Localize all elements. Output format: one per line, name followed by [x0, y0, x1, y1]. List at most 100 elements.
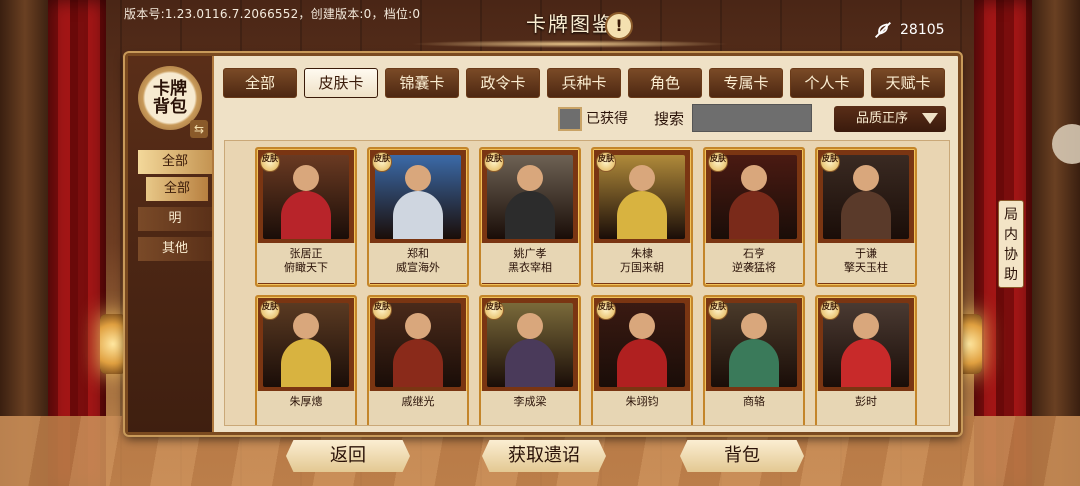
skin-badge-icon: 皮肤	[372, 300, 392, 320]
portrait-body	[841, 339, 891, 387]
portrait-head	[853, 165, 879, 191]
tab-talent[interactable]: 天赋卡	[871, 68, 945, 98]
tab-strategy[interactable]: 锦囊卡	[385, 68, 459, 98]
search-input[interactable]	[692, 104, 812, 132]
skin-card[interactable]: 皮肤朱棣 万国来朝	[591, 147, 693, 287]
owned-checkbox[interactable]	[558, 107, 582, 131]
skin-card[interactable]: 皮肤戚继光	[367, 295, 469, 425]
portrait-head	[517, 313, 543, 339]
card-name: 于谦	[855, 247, 877, 260]
sort-dropdown[interactable]: 品质正序	[834, 106, 946, 132]
category-sidebar: 卡牌背包 ⇆ 全部 全部 明 其他	[128, 56, 214, 432]
card-caption: 戚继光	[369, 391, 467, 425]
skin-card[interactable]: 皮肤石亨 逆袭猛将	[703, 147, 805, 287]
tab-personal[interactable]: 个人卡	[790, 68, 864, 98]
portrait-head	[741, 313, 767, 339]
skin-badge-icon: 皮肤	[708, 300, 728, 320]
currency-display: 28105	[872, 18, 945, 42]
tab-role[interactable]: 角色	[628, 68, 702, 98]
sidebar-item-all[interactable]: 全部	[138, 150, 212, 174]
card-caption: 郑和 威宣海外	[369, 243, 467, 283]
bag-button[interactable]: 背包	[680, 440, 804, 472]
swap-icon[interactable]: ⇆	[190, 120, 208, 138]
skin-badge-icon: 皮肤	[820, 152, 840, 172]
lantern-left	[100, 314, 126, 374]
portrait-body	[617, 339, 667, 387]
sidebar-item-ming[interactable]: 明	[138, 207, 212, 231]
card-name: 朱棣	[631, 247, 653, 260]
tab-exclusive[interactable]: 专属卡	[709, 68, 783, 98]
card-name: 朱翊钧	[625, 395, 659, 408]
skin-card[interactable]: 皮肤 张居正 俯瞰天下	[255, 147, 357, 287]
skin-card[interactable]: 皮肤 李成梁	[479, 295, 581, 425]
skin-card[interactable]: 皮肤朱翊钧	[591, 295, 693, 425]
card-caption: 朱厚熜	[257, 391, 355, 425]
skin-badge-icon: 皮肤	[596, 152, 616, 172]
skin-badge-icon: 皮肤	[596, 300, 616, 320]
skin-card[interactable]: 皮肤彭时	[815, 295, 917, 425]
skin-card[interactable]: 皮肤于谦 擎天玉柱	[815, 147, 917, 287]
skin-badge-icon: 皮肤	[484, 152, 504, 172]
skin-badge-icon: 皮肤	[260, 152, 280, 172]
portrait-body	[841, 191, 891, 239]
skin-card[interactable]: 皮肤 商辂	[703, 295, 805, 425]
exclamation-icon[interactable]: !	[605, 12, 633, 40]
title-ornament	[410, 40, 730, 48]
card-name: 彭时	[855, 395, 877, 408]
title-bar: 卡牌图鉴	[410, 6, 730, 48]
tab-skin[interactable]: 皮肤卡	[304, 68, 378, 98]
portrait-head	[629, 313, 655, 339]
card-caption: 商辂	[705, 391, 803, 425]
portrait-head	[853, 313, 879, 339]
skin-badge-icon: 皮肤	[708, 152, 728, 172]
card-title: 擎天玉柱	[844, 261, 888, 274]
card-caption: 张居正 俯瞰天下	[257, 243, 355, 283]
tab-troop[interactable]: 兵种卡	[547, 68, 621, 98]
skin-badge-icon: 皮肤	[372, 152, 392, 172]
game-screen: 版本号:1.23.0116.7.2066552，创建版本:0，档位:0 卡牌图鉴…	[0, 0, 1080, 486]
card-name: 石亨	[743, 247, 765, 260]
portrait-body	[281, 191, 331, 239]
get-edict-button[interactable]: 获取遗诏	[482, 440, 606, 472]
skin-card[interactable]: 皮肤郑和 威宣海外	[367, 147, 469, 287]
currency-value: 28105	[900, 22, 945, 38]
skin-card[interactable]: 皮肤 姚广孝 黑衣宰相	[479, 147, 581, 287]
card-title: 万国来朝	[620, 261, 664, 274]
card-name: 朱厚熜	[289, 395, 323, 408]
portrait-head	[629, 165, 655, 191]
sidebar-item-other[interactable]: 其他	[138, 237, 212, 261]
page-title: 卡牌图鉴	[526, 12, 614, 36]
card-caption: 于谦 擎天玉柱	[817, 243, 915, 283]
skin-badge-icon: 皮肤	[484, 300, 504, 320]
portrait-body	[729, 339, 779, 387]
tab-all[interactable]: 全部	[223, 68, 297, 98]
card-title: 逆袭猛将	[732, 261, 776, 274]
tab-decree[interactable]: 政令卡	[466, 68, 540, 98]
curtain-left	[48, 0, 106, 486]
feather-icon	[875, 22, 891, 38]
skin-card[interactable]: 皮肤朱厚熜	[255, 295, 357, 425]
card-title: 威宣海外	[396, 261, 440, 274]
card-caption: 朱翊钧	[593, 391, 691, 425]
portrait-head	[741, 165, 767, 191]
portrait-head	[405, 313, 431, 339]
card-name: 戚继光	[401, 395, 435, 408]
skin-badge-icon: 皮肤	[820, 300, 840, 320]
card-name: 郑和	[407, 247, 429, 260]
card-caption: 朱棣 万国来朝	[593, 243, 691, 283]
portrait-head	[517, 165, 543, 191]
skin-badge-icon: 皮肤	[260, 300, 280, 320]
card-title: 俯瞰天下	[284, 261, 328, 274]
portrait-body	[393, 191, 443, 239]
owned-label: 已获得	[586, 111, 628, 127]
search-label: 搜索	[654, 110, 685, 128]
card-title: 黑衣宰相	[508, 261, 552, 274]
logo-text: 卡牌背包	[153, 79, 187, 117]
in-game-assist-button[interactable]: 局内协助	[998, 200, 1024, 288]
pillar-left	[0, 0, 50, 486]
sidebar-subitem-all[interactable]: 全部	[146, 177, 208, 201]
card-name: 张居正	[289, 247, 323, 260]
version-text: 版本号:1.23.0116.7.2066552，创建版本:0，档位:0	[124, 7, 421, 21]
back-button[interactable]: 返回	[286, 440, 410, 472]
card-caption: 李成梁	[481, 391, 579, 425]
